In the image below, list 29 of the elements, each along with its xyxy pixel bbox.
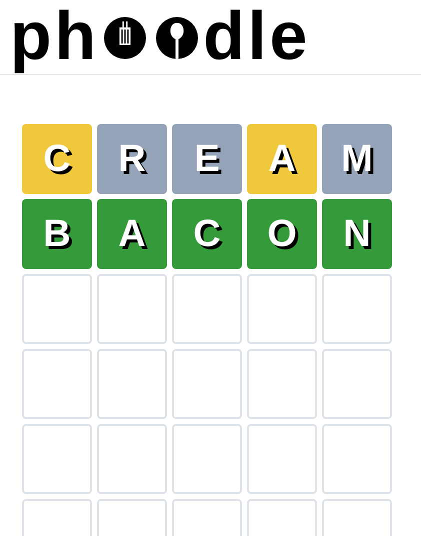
fork-icon (104, 17, 146, 59)
empty-tile (247, 274, 317, 344)
empty-tile (322, 274, 392, 344)
logo-text: ph (10, 0, 100, 72)
empty-tile (22, 349, 92, 419)
empty-tile (172, 349, 242, 419)
logo-text: dle (203, 0, 310, 72)
letter-tile: A (247, 124, 317, 194)
letter-tile: E (172, 124, 242, 194)
letter-tile: M (322, 124, 392, 194)
empty-tile (172, 274, 242, 344)
letter-tile: A (97, 199, 167, 269)
empty-tile (247, 349, 317, 419)
empty-tile (97, 424, 167, 494)
empty-tile (322, 349, 392, 419)
spoon-icon (156, 17, 198, 59)
empty-tile (22, 274, 92, 344)
letter-tile: O (247, 199, 317, 269)
letter-tile: R (97, 124, 167, 194)
letter-tile: C (22, 124, 92, 194)
empty-tile (97, 349, 167, 419)
letter-tile: B (22, 199, 92, 269)
letter-tile: N (322, 199, 392, 269)
letter-tile: C (172, 199, 242, 269)
empty-tile (322, 424, 392, 494)
empty-tile (22, 424, 92, 494)
empty-tile (247, 424, 317, 494)
empty-tile (172, 424, 242, 494)
empty-tile (97, 274, 167, 344)
